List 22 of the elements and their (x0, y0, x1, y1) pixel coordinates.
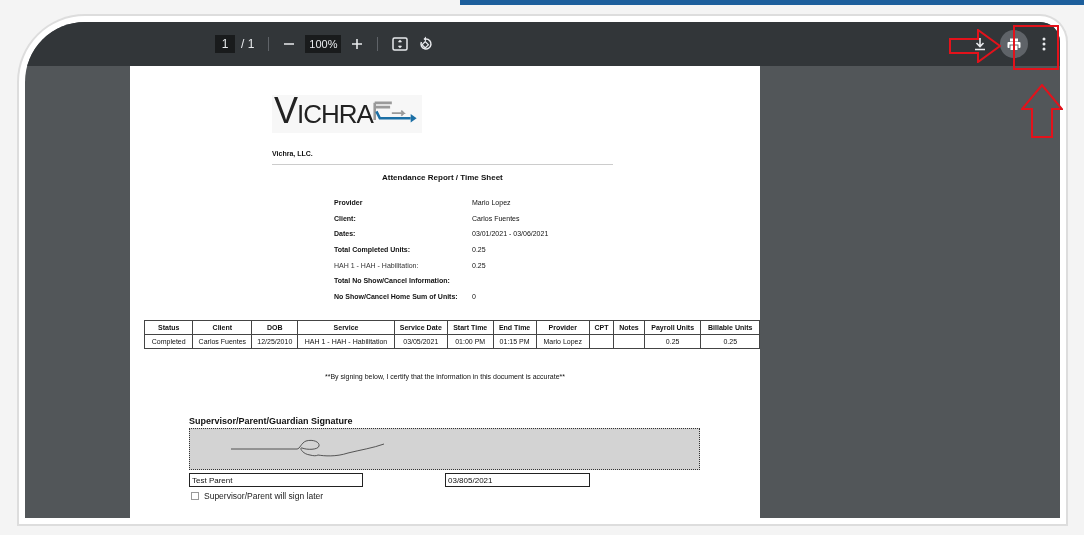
right-arrow-icon (949, 29, 1001, 63)
signature-field[interactable] (189, 428, 700, 470)
rotate-icon[interactable] (418, 36, 435, 52)
signature-heading: Supervisor/Parent/Guardian Signature (189, 416, 354, 426)
download-icon[interactable] (974, 37, 986, 51)
print-button[interactable] (1000, 30, 1028, 58)
highlight-frame (1013, 25, 1059, 70)
page-input[interactable]: 1 (215, 35, 235, 53)
name-field[interactable]: Test Parent (189, 473, 363, 487)
page-total: / 1 (241, 37, 255, 51)
printer-icon (1007, 37, 1021, 51)
zoom-in-icon[interactable] (351, 38, 364, 50)
table-cell (589, 334, 614, 349)
more-icon[interactable] (1042, 37, 1046, 51)
logo-text: VICHRA (274, 93, 373, 129)
up-arrow-icon (1021, 84, 1063, 138)
fit-page-icon[interactable] (392, 37, 409, 51)
zoom-level[interactable]: 100% (305, 35, 342, 53)
checkbox[interactable] (191, 492, 199, 500)
table-cell (613, 334, 645, 349)
checkbox-label: Supervisor/Parent will sign later (204, 491, 324, 501)
date-field[interactable]: 03/805/2021 (445, 473, 590, 487)
